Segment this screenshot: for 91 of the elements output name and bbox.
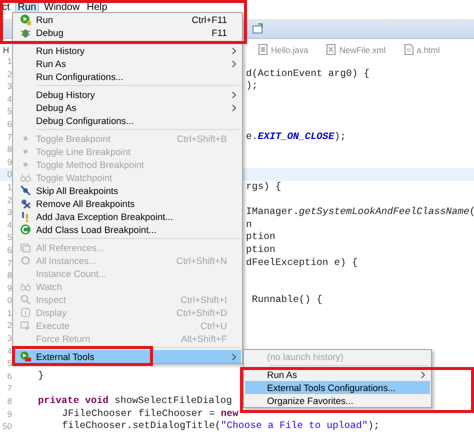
file-icon — [404, 44, 414, 55]
menu-item[interactable]: External Tools Configurations... — [245, 381, 430, 394]
editor-tab[interactable]: H — [0, 45, 12, 55]
shortcut-label: Ctrl+Shift+B — [176, 134, 227, 144]
menu-title[interactable]: Window — [42, 0, 82, 14]
play-icon — [20, 14, 30, 25]
java-file-icon — [258, 44, 268, 55]
code-line: d(ActionEvent arg0) { — [246, 68, 370, 79]
code-line: JFileChooser fileChooser = new — [62, 408, 238, 419]
bug-icon — [20, 27, 30, 38]
line-number: 4 — [6, 92, 12, 106]
line-number: 3 — [6, 332, 12, 345]
line-number: 2 — [6, 68, 12, 80]
menu-item[interactable]: Add Class Load Breakpoint... — [14, 223, 241, 236]
glasses-icon — [20, 172, 30, 183]
chevron-icon — [420, 370, 426, 378]
code-line: Runnable() { — [250, 294, 322, 306]
line-number: 8 — [6, 143, 12, 156]
menu-item[interactable]: Debug History — [14, 88, 241, 101]
line-number: 3 — [6, 80, 12, 93]
line-number: 1 — [6, 55, 12, 68]
display-icon — [20, 307, 30, 318]
line-number: 8 — [6, 395, 12, 408]
menu-item[interactable]: Skip All Breakpoints — [14, 184, 241, 197]
line-number: 7 — [6, 130, 12, 144]
line-number: 8 — [6, 269, 12, 282]
line-number: 50 — [2, 420, 12, 432]
xml-file-icon — [326, 44, 336, 55]
line-number: 2 — [6, 194, 12, 206]
line-number: 9 — [6, 282, 12, 294]
shortcut-label: Ctrl+Shift+N — [175, 256, 227, 266]
code-line: ption — [246, 244, 276, 255]
menu-item[interactable]: Add Java Exception Breakpoint... — [14, 210, 241, 223]
code-line: rgs) { — [246, 180, 282, 192]
menu-item[interactable]: Run As — [245, 368, 430, 381]
code-line: ); — [246, 80, 258, 92]
menu-item[interactable]: Debug Configurations... — [14, 114, 241, 127]
line-number: 1 — [6, 306, 12, 320]
chevron-icon — [231, 352, 237, 360]
search-icon — [20, 294, 30, 305]
line-number: 4 — [6, 218, 12, 232]
exclamation-icon — [20, 211, 30, 222]
references-icon — [20, 242, 30, 253]
slashed-dot-icon — [20, 185, 30, 196]
toolbar-icon — [252, 23, 263, 34]
code-line: } — [38, 370, 44, 381]
line-number: 1 — [6, 180, 12, 194]
shortcut-label: Ctrl+Shift+I — [179, 294, 227, 304]
code-line: private void showSelectFileDialog — [38, 395, 232, 406]
line-number: 6 — [6, 118, 12, 131]
line-number: 5 — [6, 231, 12, 244]
menu-item[interactable]: Run Configurations... — [14, 70, 241, 83]
editor-tab[interactable]: NewFile.xml — [326, 44, 386, 55]
line-number: 5 — [6, 105, 12, 118]
menu-item[interactable]: Run History — [14, 44, 241, 57]
line-number: 9 — [6, 156, 12, 168]
menu-item[interactable]: External Tools — [14, 350, 241, 363]
line-number: 6 — [6, 244, 12, 256]
circle-icon — [20, 224, 30, 235]
line-number: 2 — [6, 319, 12, 332]
line-number: 3 — [6, 206, 12, 219]
shortcut-label: Ctrl+Shift+D — [175, 308, 227, 318]
code-line: n — [246, 218, 252, 230]
line-number: 4 — [6, 344, 12, 358]
run-tool-icon — [20, 351, 30, 362]
shortcut-label: Ctrl+U — [199, 320, 227, 330]
menu-item[interactable]: Run Ctrl+F11 — [14, 13, 241, 26]
line-number: 7 — [6, 256, 12, 270]
execute-icon — [20, 320, 30, 331]
instances-icon — [20, 255, 30, 266]
code-line: dFeelException e) { — [246, 256, 358, 268]
menu-item[interactable]: Run As — [14, 57, 241, 70]
line-number: 0 — [6, 294, 12, 307]
glasses-icon — [20, 281, 30, 292]
line-number: 6 — [6, 370, 12, 382]
menu-item[interactable]: Organize Favorites... — [245, 394, 430, 407]
shortcut-label: Ctrl+F11 — [190, 14, 227, 24]
menu-item[interactable]: Debug As — [14, 101, 241, 114]
menu-item[interactable]: Remove All Breakpoints — [14, 197, 241, 210]
code-line: ption — [246, 231, 276, 242]
shortcut-label: F11 — [210, 28, 227, 38]
cross-icon — [20, 198, 30, 209]
line-number: 5 — [6, 357, 12, 370]
line-number: 7 — [6, 382, 12, 396]
code-line: e.EXIT_ON_CLOSE); — [246, 130, 346, 142]
line-number: 0 — [6, 168, 12, 181]
code-line: fileChooser.setDialogTitle("Choose a File to upload"); — [62, 420, 380, 432]
line-number: 9 — [6, 408, 12, 420]
code-line: IManager.getSystemLookAndFeelClassName( — [246, 206, 474, 218]
menu-title[interactable]: Help — [84, 0, 110, 14]
shortcut-label: Alt+Shift+F — [180, 334, 227, 344]
